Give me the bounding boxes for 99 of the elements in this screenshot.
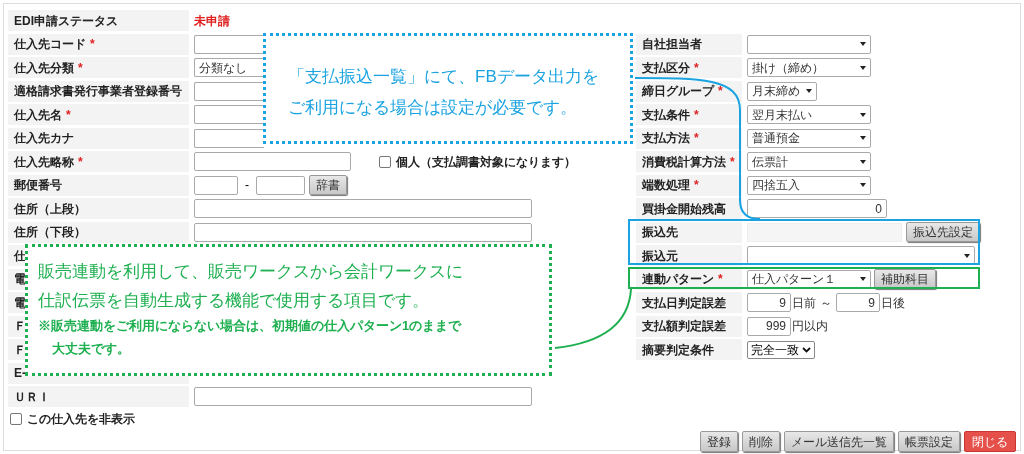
field-label: 住所（下段） [14,224,86,241]
separator-text: - [244,177,250,194]
field-label: Ｆ [14,341,26,359]
action-button[interactable]: メール送信先一覧 [784,431,894,452]
caret-icon [860,136,866,140]
amount-field[interactable]: 999 [747,316,791,336]
field-label: 支払条件 [642,106,690,124]
field-label: 仕入先カナ [14,130,74,147]
field-label: 住所（上段） [14,200,86,218]
field-label: 仕 [14,247,26,265]
field-label: 郵便番号 [14,177,62,194]
days-field[interactable]: 9 [836,293,880,312]
amount-field[interactable]: 0 [747,199,887,218]
field-label: 仕入先名 [14,106,62,124]
callout-text: 仕訳伝票を自動生成する機能で使用する項目です。 [38,289,430,312]
status-text: 未申請 [194,12,230,30]
field-label: 支払額判定誤差 [642,318,726,335]
caret-icon [860,159,866,164]
chevron-down-icon [802,346,811,353]
text-field[interactable] [194,34,264,54]
field-label: 自社担当者 [642,36,702,53]
caret-icon [860,42,866,46]
dropdown[interactable]: 伝票計 [747,152,871,171]
required-mark: * [90,36,95,53]
action-button[interactable]: 削除 [742,431,780,452]
unit-text: 日前 [792,294,816,312]
days-field[interactable]: 9 [747,293,791,312]
field-label: E- [14,365,26,382]
required-mark: * [718,83,723,100]
field-label: EDI申請ステータス [14,12,118,30]
field-label: 連動パターン [642,271,714,288]
required-mark: * [78,59,83,77]
field-label: Ｆ [14,318,26,335]
checkbox[interactable] [10,413,22,425]
dropdown[interactable]: 分類なし [194,58,264,77]
text-field[interactable] [194,105,264,124]
unit-text: 円以内 [792,318,828,335]
required-mark: * [694,177,699,194]
unit-text: 日後 [881,294,905,312]
postal-code-field[interactable] [256,175,305,195]
field-label: 電 [14,294,26,312]
text-field[interactable] [194,81,264,101]
text-field[interactable] [194,199,532,218]
field-label: 支払方法 [642,130,690,147]
field-label: 端数処理 [642,177,690,194]
required-mark: * [78,153,83,171]
field-label: 消費税計算方法 [642,153,726,171]
callout-text: ※販売連動をご利用にならない場合は、初期値の仕入パターン1のままで [38,317,463,335]
account-settings-button[interactable]: 振込先設定 [906,222,980,242]
caret-icon [806,89,812,93]
tilde-text: ～ [820,294,832,312]
field-label: 電 [14,271,26,288]
dropdown[interactable]: 掛け（締め） [747,58,871,77]
dropdown[interactable]: 月末締め [747,81,817,101]
dictionary-button[interactable]: 辞書 [309,175,347,195]
dropdown[interactable]: 完全一致 [747,340,815,359]
field-label: 買掛金開始残高 [642,200,726,218]
text-field[interactable] [194,152,351,171]
caret-icon [860,112,866,117]
callout-text: 「支払振込一覧」にて、FBデータ出力を [288,66,600,88]
caret-icon [860,65,866,70]
text-field[interactable] [194,128,264,148]
field-label: 支払区分 [642,59,690,77]
field-label: 締日グループ [642,83,714,100]
action-button[interactable]: 登録 [700,431,738,452]
required-mark: * [718,271,723,288]
required-mark: * [730,153,735,171]
field-label: 振込先 [642,224,678,241]
text-field[interactable] [194,387,532,406]
field-label: 仕入先略称 [14,153,74,171]
field-label: 適格請求書発行事業者登録番号 [14,83,182,100]
caret-icon [860,183,866,187]
required-mark: * [694,59,699,77]
field-label: ＵＲＩ [14,388,50,406]
dropdown[interactable]: 翌月末払い [747,105,871,124]
checkbox-label: この仕入先を非表示 [27,411,135,428]
field-label: 仕入先コード [14,36,86,53]
close-button[interactable]: 閉じる [964,431,1016,452]
field-label: 仕入先分類 [14,59,74,77]
field-label: 振込元 [642,247,678,265]
required-mark: * [694,130,699,147]
dropdown[interactable] [747,34,871,54]
field-label: 支払日判定誤差 [642,294,726,312]
action-button[interactable]: 帳票設定 [898,431,960,452]
text-field[interactable] [194,222,532,242]
callout-text: ご利用になる場合は設定が必要です。 [288,96,578,119]
callout-text: 販売連動を利用して、販売ワークスから会計ワークスに [38,261,464,283]
checkbox-label: 個人（支払調書対象になります） [396,153,576,171]
caret-icon [964,253,970,258]
required-mark: * [66,106,71,124]
sub-account-button[interactable]: 補助科目 [874,269,936,289]
dropdown[interactable]: 四捨五入 [747,175,871,195]
checkbox[interactable] [379,155,391,168]
required-mark: * [694,106,699,124]
postal-code-field[interactable] [194,175,238,195]
dropdown[interactable]: 普通預金 [747,128,871,148]
field-label: 摘要判定条件 [642,341,714,359]
caret-icon [860,277,866,281]
callout-text: 大丈夫です。 [51,339,131,358]
